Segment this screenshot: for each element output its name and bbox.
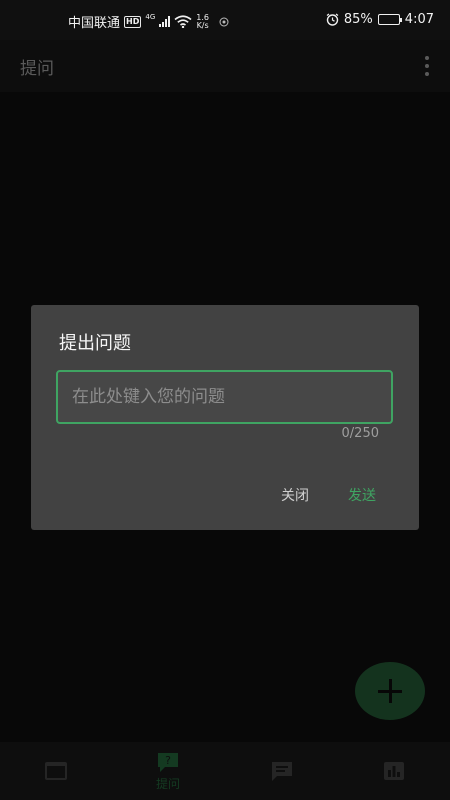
wifi-icon	[174, 15, 192, 28]
clock: 4:07	[404, 12, 434, 27]
network-type: 4G	[145, 12, 156, 21]
status-bar: 中国联通 HD 4G 1.6 K/s 85% 4:07	[0, 0, 450, 40]
alarm-icon	[326, 13, 339, 26]
close-button[interactable]: 关闭	[281, 485, 309, 505]
dialog-title: 提出问题	[59, 333, 131, 354]
speed-unit: K/s	[196, 20, 209, 30]
ask-question-dialog: 提出问题 0/250 关闭 发送	[31, 305, 419, 530]
status-right: 85% 4:07	[326, 12, 434, 27]
battery-icon	[377, 14, 402, 25]
hd-icon: HD	[124, 15, 142, 28]
question-input[interactable]	[56, 370, 393, 424]
send-button[interactable]: 发送	[348, 485, 376, 505]
status-left: 中国联通 HD 4G 1.6 K/s	[68, 12, 229, 31]
signal-icon	[159, 16, 171, 27]
battery-percent: 85%	[343, 12, 373, 27]
nfc-icon	[219, 17, 229, 26]
carrier-name: 中国联通	[68, 16, 121, 31]
network-speed: 1.6 K/s	[196, 13, 209, 30]
character-counter: 0/250	[341, 426, 379, 441]
